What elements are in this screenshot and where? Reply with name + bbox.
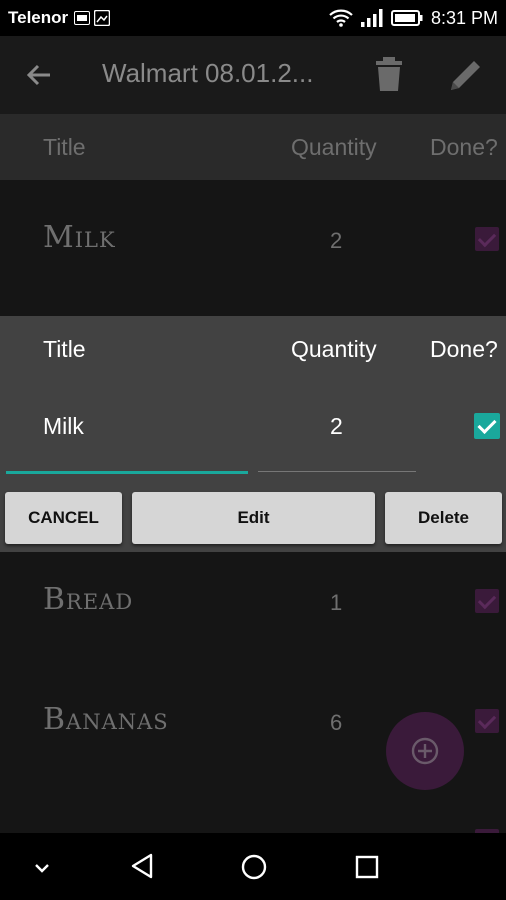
carrier-name: Telenor — [8, 8, 69, 27]
item-name: Bananas — [43, 702, 169, 737]
arrow-back-icon — [26, 64, 50, 86]
navigation-bar — [0, 833, 506, 900]
nav-home-button[interactable] — [241, 854, 267, 884]
signal-icon — [360, 9, 383, 27]
triangle-back-icon — [131, 853, 153, 879]
edit-button[interactable]: Edit — [132, 492, 375, 544]
add-item-button[interactable] — [386, 712, 464, 790]
back-button[interactable] — [26, 62, 52, 92]
quantity-input[interactable]: 2 — [330, 413, 343, 440]
chevron-down-icon — [35, 864, 49, 873]
list-item[interactable] — [0, 792, 506, 833]
wifi-icon — [329, 9, 353, 27]
status-bar: Telenor 8:31 PM — [0, 0, 506, 36]
item-quantity: 1 — [330, 590, 343, 615]
list-item[interactable]: Bread 1 — [0, 552, 506, 672]
title-input[interactable]: Milk — [43, 413, 84, 440]
item-name: Milk — [43, 220, 116, 255]
list-item[interactable]: Milk 2 — [0, 180, 506, 300]
battery-icon — [390, 10, 423, 26]
edit-item-dialog: Title Quantity Done? Milk 2 CANCEL Edit … — [0, 316, 506, 552]
page-title: Walmart 08.01.2... — [102, 58, 314, 88]
sim-icon — [74, 11, 91, 25]
title-input-underline — [6, 471, 248, 474]
dialog-header-title: Title — [43, 336, 86, 362]
app-bar: Walmart 08.01.2... — [0, 36, 506, 114]
item-name: Bread — [43, 582, 134, 617]
trash-icon — [376, 57, 402, 91]
header-quantity: Quantity — [291, 134, 377, 160]
dialog-header-quantity: Quantity — [291, 336, 377, 362]
nav-back-button[interactable] — [130, 853, 154, 883]
circle-home-icon — [241, 854, 267, 880]
add-circle-icon — [411, 737, 439, 765]
done-checkbox[interactable] — [474, 413, 500, 439]
hide-nav-button[interactable] — [33, 859, 51, 878]
header-done: Done? — [430, 134, 498, 160]
cancel-button[interactable]: CANCEL — [5, 492, 122, 544]
pencil-icon — [451, 61, 480, 90]
header-title: Title — [43, 134, 86, 160]
item-done-checkbox[interactable] — [475, 227, 499, 251]
image-notification-icon — [94, 10, 111, 26]
delete-button[interactable]: Delete — [385, 492, 502, 544]
item-done-checkbox[interactable] — [475, 709, 499, 733]
clock: 8:31 PM — [430, 7, 498, 28]
delete-list-button[interactable] — [374, 56, 404, 96]
item-done-checkbox[interactable] — [475, 589, 499, 613]
square-recents-icon — [355, 855, 379, 879]
item-quantity: 2 — [330, 228, 343, 253]
table-header: Title Quantity Done? — [0, 114, 506, 180]
edit-list-button[interactable] — [447, 56, 485, 98]
dialog-header-done: Done? — [430, 336, 498, 362]
quantity-input-underline — [258, 471, 416, 472]
nav-recents-button[interactable] — [355, 855, 379, 883]
item-quantity: 6 — [330, 710, 343, 735]
